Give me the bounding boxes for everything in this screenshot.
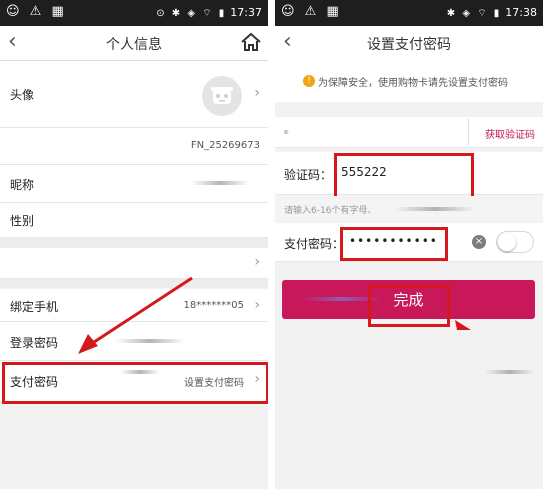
chevron-right-icon: › [254, 85, 260, 101]
gender-label: 性别 [10, 214, 35, 228]
section-gap [0, 238, 268, 248]
status-notification-icons: ☺ ⚠ ▦ [281, 4, 342, 19]
password-hint-row: 请输入6-16个有字母、 [275, 196, 543, 222]
status-system-icons: ✱ ◈ ⌔ ▮ 17:38 [446, 6, 537, 19]
status-time: 17:37 [230, 6, 262, 19]
red-arrow-icon [78, 276, 193, 354]
notice-text: 为保障安全，使用购物卡请先设置支付密码 [318, 78, 508, 89]
highlight-box-pay-password [2, 362, 268, 404]
member-id-value: FN_25269673 [190, 140, 260, 151]
phone-blurred-value [283, 130, 289, 134]
avatar[interactable] [202, 76, 242, 116]
status-system-icons: ⊙ ✱ ◈ ⌔ ▮ 17:37 [156, 6, 262, 19]
pay-password-label: 支付密码： [284, 237, 345, 251]
login-password-label: 登录密码 [10, 336, 59, 350]
nickname-label: 昵称 [10, 178, 35, 192]
set-pay-password-screen: ☺ ⚠ ▦ ✱ ◈ ⌔ ▮ 17:38 ‹ 设置支付密码 ! 为保障安全，使用购物… [275, 0, 543, 489]
red-pointer-icon [455, 320, 471, 330]
phone-label: 绑定手机 [10, 300, 59, 314]
password-hint: 请输入6-16个有字母、 [284, 206, 377, 216]
page-title: 个人信息 [106, 37, 162, 53]
chevron-right-icon: › [254, 297, 260, 313]
verification-code-label: 验证码： [284, 168, 333, 182]
toggle-knob [498, 233, 516, 251]
clear-icon[interactable]: × [472, 235, 486, 249]
gender-row[interactable]: 性别 [0, 203, 268, 238]
nav-bar: ‹ 设置支付密码 [275, 26, 543, 61]
status-bar: ☺ ⚠ ▦ ✱ ◈ ⌔ ▮ 17:38 [275, 0, 543, 26]
member-id-row: FN_25269673 [0, 128, 268, 165]
chevron-right-icon: › [254, 254, 260, 270]
nickname-blurred-value [190, 181, 250, 185]
status-bar: ☺ ⚠ ▦ ⊙ ✱ ◈ ⌔ ▮ 17:37 [0, 0, 268, 26]
show-password-toggle[interactable] [496, 231, 534, 253]
personal-info-screen: ☺ ⚠ ▦ ⊙ ✱ ◈ ⌔ ▮ 17:37 ‹ 个人信息 头像 › FN_2526… [0, 0, 268, 489]
bottom-blur [485, 370, 535, 374]
avatar-robot-icon [211, 87, 233, 104]
highlight-box-done [368, 285, 450, 327]
nickname-row[interactable]: 昵称 [0, 165, 268, 203]
hint-blurred-tail [395, 207, 475, 211]
warning-icon: ! [303, 75, 315, 87]
get-verification-code-button[interactable]: 获取验证码 [485, 126, 535, 141]
page-title: 设置支付密码 [367, 37, 451, 53]
divider [468, 118, 469, 146]
highlight-box-verification-code [334, 153, 474, 199]
avatar-label: 头像 [10, 88, 35, 102]
status-time: 17:38 [505, 6, 537, 19]
nav-bar: ‹ 个人信息 [0, 26, 268, 61]
security-notice: ! 为保障安全，使用购物卡请先设置支付密码 [275, 60, 543, 102]
status-notification-icons: ☺ ⚠ ▦ [6, 4, 67, 19]
home-icon[interactable] [240, 32, 262, 52]
highlight-box-pay-password [340, 227, 448, 261]
